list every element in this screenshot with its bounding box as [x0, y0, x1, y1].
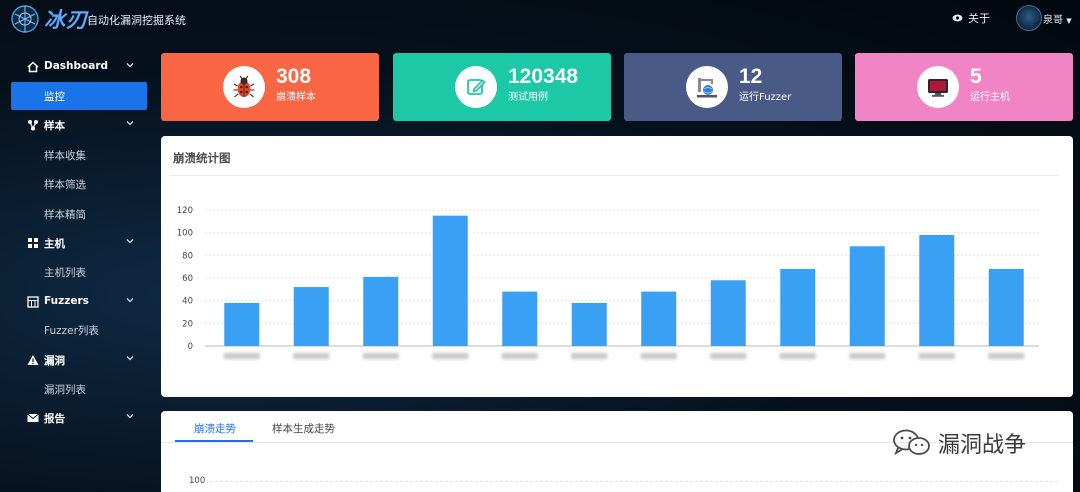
eye-icon	[952, 14, 963, 22]
grid-icon	[28, 238, 38, 248]
brand-logo-text: 冰刃	[44, 7, 88, 32]
sidebar-group-dashboard[interactable]: Dashboard	[0, 54, 160, 80]
stat-value: 12	[739, 65, 763, 88]
stat-value: 120348	[508, 65, 579, 88]
y-tick-label: 100	[189, 476, 206, 486]
stat-label: 运行Fuzzer	[739, 92, 792, 103]
chart-bar	[293, 287, 329, 346]
x-tick-label-blurred	[849, 353, 886, 359]
chevron-down-icon	[126, 414, 134, 419]
y-tick-label: 120	[177, 206, 193, 216]
tab-sample-trend[interactable]: 样本生成走势	[272, 421, 335, 436]
chevron-down-icon	[126, 121, 134, 126]
sidebar-group-samples[interactable]: 样本	[0, 112, 160, 138]
watermark: 漏洞战争	[892, 427, 1026, 459]
stat-card-running-hosts[interactable]: 5 运行主机	[855, 53, 1073, 121]
sidebar-item-fuzzer-list[interactable]: Fuzzer列表	[44, 323, 99, 338]
sidebar-group-label: Dashboard	[44, 60, 109, 72]
envelope-icon	[27, 413, 39, 422]
sidebar-group-label: Fuzzers	[44, 295, 89, 307]
x-tick-label-blurred	[293, 353, 330, 359]
chevron-down-icon	[126, 356, 134, 361]
y-tick-label: 40	[182, 297, 193, 307]
branch-icon	[28, 120, 38, 131]
sidebar-group-hosts[interactable]: 主机	[0, 230, 160, 256]
user-name: 泉哥	[1043, 15, 1063, 26]
top-bar: 冰刃 自动化漏洞挖掘系统 关于 泉哥 ▼	[0, 0, 1080, 38]
stat-card-test-cases[interactable]: 120348 测试用例	[393, 53, 611, 121]
y-tick-label: 0	[188, 342, 193, 352]
chart-bar	[710, 280, 746, 346]
home-icon	[27, 61, 39, 73]
sidebar-group-label: 漏洞	[44, 355, 65, 367]
chart-bar	[988, 268, 1024, 346]
chart-bar	[571, 302, 607, 346]
sidebar-group-label: 样本	[44, 120, 65, 132]
x-tick-label-blurred	[501, 353, 538, 359]
x-tick-label-blurred	[918, 353, 955, 359]
sidebar-group-vulns[interactable]: 漏洞	[0, 347, 160, 373]
chart-bar	[641, 291, 677, 346]
sidebar-item-vuln-list[interactable]: 漏洞列表	[44, 382, 86, 397]
gridline	[210, 481, 1058, 482]
stat-label: 测试用例	[508, 92, 548, 103]
wechat-icon	[893, 429, 930, 456]
x-tick-label-blurred	[432, 353, 469, 359]
avatar[interactable]	[1016, 5, 1042, 31]
chart-bar	[363, 276, 399, 346]
chart-bar	[432, 215, 468, 346]
sidebar-item-sample-minimize[interactable]: 样本精简	[44, 207, 86, 222]
chevron-down-icon	[126, 298, 134, 303]
chevron-down-icon	[126, 239, 134, 244]
chart-bar	[780, 268, 816, 346]
chart-bar	[502, 291, 538, 346]
crash-bar-chart: 0 20 40 60 80 100 120	[177, 206, 1039, 359]
stat-label: 运行主机	[970, 92, 1010, 103]
sidebar-item-monitor[interactable]: 监控	[11, 82, 147, 110]
sidebar-item-sample-collect[interactable]: 样本收集	[44, 148, 86, 163]
stat-label: 崩溃样本	[276, 92, 316, 103]
stat-value: 308	[276, 65, 312, 88]
chart-bar	[919, 234, 955, 346]
sidebar-item-label: 监控	[44, 91, 65, 103]
sidebar-group-reports[interactable]: 报告	[0, 405, 160, 431]
x-tick-label-blurred	[640, 353, 677, 359]
edit-icon	[455, 66, 497, 108]
tab-crash-trend[interactable]: 崩溃走势	[194, 421, 236, 436]
watermark-text: 漏洞战争	[938, 433, 1027, 458]
y-tick-label: 100	[177, 229, 193, 239]
sidebar-item-host-list[interactable]: 主机列表	[44, 265, 86, 280]
x-tick-label-blurred	[223, 353, 260, 359]
y-tick-label: 60	[182, 274, 193, 284]
about-link[interactable]: 关于	[952, 10, 990, 26]
app-subtitle: 自动化漏洞挖掘系统	[87, 14, 186, 27]
sidebar-group-label: 报告	[44, 413, 65, 425]
x-tick-label-blurred	[362, 353, 399, 359]
y-tick-label: 20	[182, 319, 193, 329]
fuzzer-machine-icon	[686, 66, 728, 108]
bug-icon	[223, 66, 265, 108]
stat-card-crash-samples[interactable]: 308 崩溃样本	[161, 53, 379, 121]
x-tick-label-blurred	[710, 353, 747, 359]
warning-icon	[27, 355, 39, 365]
x-tick-label-blurred	[571, 353, 608, 359]
sidebar-item-sample-filter[interactable]: 样本筛选	[44, 177, 86, 192]
stat-value: 5	[970, 65, 982, 88]
y-tick-label: 80	[182, 251, 193, 261]
x-tick-label-blurred	[988, 353, 1025, 359]
chevron-down-icon	[126, 63, 134, 68]
x-tick-label-blurred	[779, 353, 816, 359]
chart-bar	[224, 302, 260, 346]
sidebar-group-fuzzers[interactable]: Fuzzers	[0, 289, 160, 315]
logo-globe-icon	[11, 5, 39, 33]
caret-down-icon: ▼	[1066, 17, 1072, 25]
about-label: 关于	[968, 12, 990, 25]
monitor-icon	[917, 66, 959, 108]
stat-card-running-fuzzers[interactable]: 12 运行Fuzzer	[624, 53, 842, 121]
calculator-icon	[27, 296, 39, 308]
user-menu[interactable]: 泉哥 ▼	[1043, 11, 1072, 26]
crash-chart-panel: 崩溃统计图 0 20 40 60 80 100 120	[161, 136, 1073, 397]
chart-bar	[849, 246, 885, 346]
sidebar-group-label: 主机	[44, 238, 65, 250]
